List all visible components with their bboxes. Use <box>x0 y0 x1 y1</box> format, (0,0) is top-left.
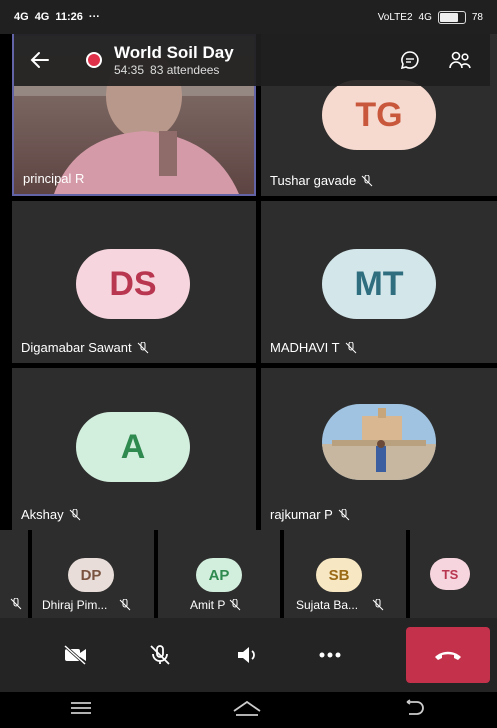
recording-icon <box>86 52 102 68</box>
participant-tile-madhavi[interactable]: MT MADHAVI T <box>261 201 497 363</box>
participant-strip-ts[interactable]: TS <box>410 530 497 618</box>
participant-name: Dhiraj Pim... <box>42 598 131 612</box>
avatar: DP <box>68 558 114 592</box>
participant-tile-akshay[interactable]: A Akshay <box>12 368 256 530</box>
home-button[interactable] <box>232 699 262 722</box>
signal-2: 4G <box>34 11 50 23</box>
network-4g: 4G <box>418 11 432 23</box>
participant-name: rajkumar P <box>270 507 350 522</box>
back-icon <box>406 698 424 715</box>
participant-tile-rajkumar[interactable]: rajkumar P <box>261 368 497 530</box>
volte-label: VoLTE2 <box>377 11 413 23</box>
battery-icon <box>437 10 466 24</box>
status-bar: 4G 4G 11:26 ··· VoLTE2 4G 78 <box>0 0 497 34</box>
mic-off-icon <box>229 599 241 611</box>
hang-up-button[interactable] <box>406 627 490 683</box>
mic-off-icon <box>69 508 80 520</box>
avatar: SB <box>316 558 362 592</box>
avatar: TG <box>322 80 436 150</box>
participant-strip-sujata[interactable]: SB Sujata Ba... <box>284 530 406 618</box>
mic-off-icon <box>372 599 384 611</box>
more-icon <box>319 652 341 658</box>
home-icon <box>233 700 261 716</box>
arrow-left-icon <box>30 52 49 68</box>
speaker-icon <box>238 647 255 663</box>
mic-off-icon <box>345 341 356 353</box>
meeting-title: World Soil Day <box>114 43 234 62</box>
video-off-icon <box>63 645 87 665</box>
meeting-duration: 54:35 <box>114 63 145 77</box>
avatar: A <box>76 412 190 482</box>
chat-icon <box>400 51 419 70</box>
avatar: MT <box>322 249 436 319</box>
participant-name: Digamabar Sawant <box>21 340 149 355</box>
menu-icon <box>71 701 92 714</box>
participant-strip-partial[interactable] <box>0 530 28 618</box>
participant-tile-digamabar[interactable]: DS Digamabar Sawant <box>12 201 256 363</box>
mic-off-icon <box>338 508 350 520</box>
more-dots: ··· <box>88 11 100 23</box>
mic-toggle-button[interactable] <box>130 625 190 685</box>
mic-off-icon <box>137 341 148 353</box>
call-controls <box>0 618 497 692</box>
participant-strip-amit[interactable]: AP Amit P <box>158 530 280 618</box>
meeting-header: World Soil Day 54:35 83 attendees <box>14 34 490 86</box>
avatar: TS <box>430 558 470 590</box>
back-nav-button[interactable] <box>403 698 427 722</box>
participant-name: Tushar gavade <box>270 173 373 188</box>
camera-toggle-button[interactable] <box>46 625 106 685</box>
signal-1: 4G <box>14 11 29 23</box>
avatar: AP <box>196 558 242 592</box>
menu-button[interactable] <box>70 701 92 720</box>
participant-name: Amit P <box>190 598 241 612</box>
participants-button[interactable] <box>448 48 472 72</box>
participant-name: Akshay <box>21 507 81 522</box>
back-button[interactable] <box>14 34 66 86</box>
system-nav-bar <box>0 692 497 728</box>
battery-level: 78 <box>471 11 483 23</box>
chat-button[interactable] <box>398 48 422 72</box>
people-icon <box>449 51 471 69</box>
attendee-count: 83 attendees <box>150 63 220 77</box>
mic-off-icon <box>10 598 22 610</box>
mic-off-icon <box>361 174 373 186</box>
participant-name: MADHAVI T <box>270 340 357 355</box>
avatar: DS <box>76 249 190 319</box>
phone-hangup-icon <box>435 651 461 660</box>
mic-off-icon <box>119 599 131 611</box>
participant-strip-dhiraj[interactable]: DP Dhiraj Pim... <box>32 530 154 618</box>
avatar-photo <box>322 404 436 480</box>
more-options-button[interactable] <box>300 625 360 685</box>
mic-off-icon <box>150 645 170 665</box>
participant-name: principal R <box>23 171 85 186</box>
speaker-button[interactable] <box>218 625 278 685</box>
clock: 11:26 <box>55 11 83 23</box>
participant-name: Sujata Ba... <box>296 598 384 612</box>
